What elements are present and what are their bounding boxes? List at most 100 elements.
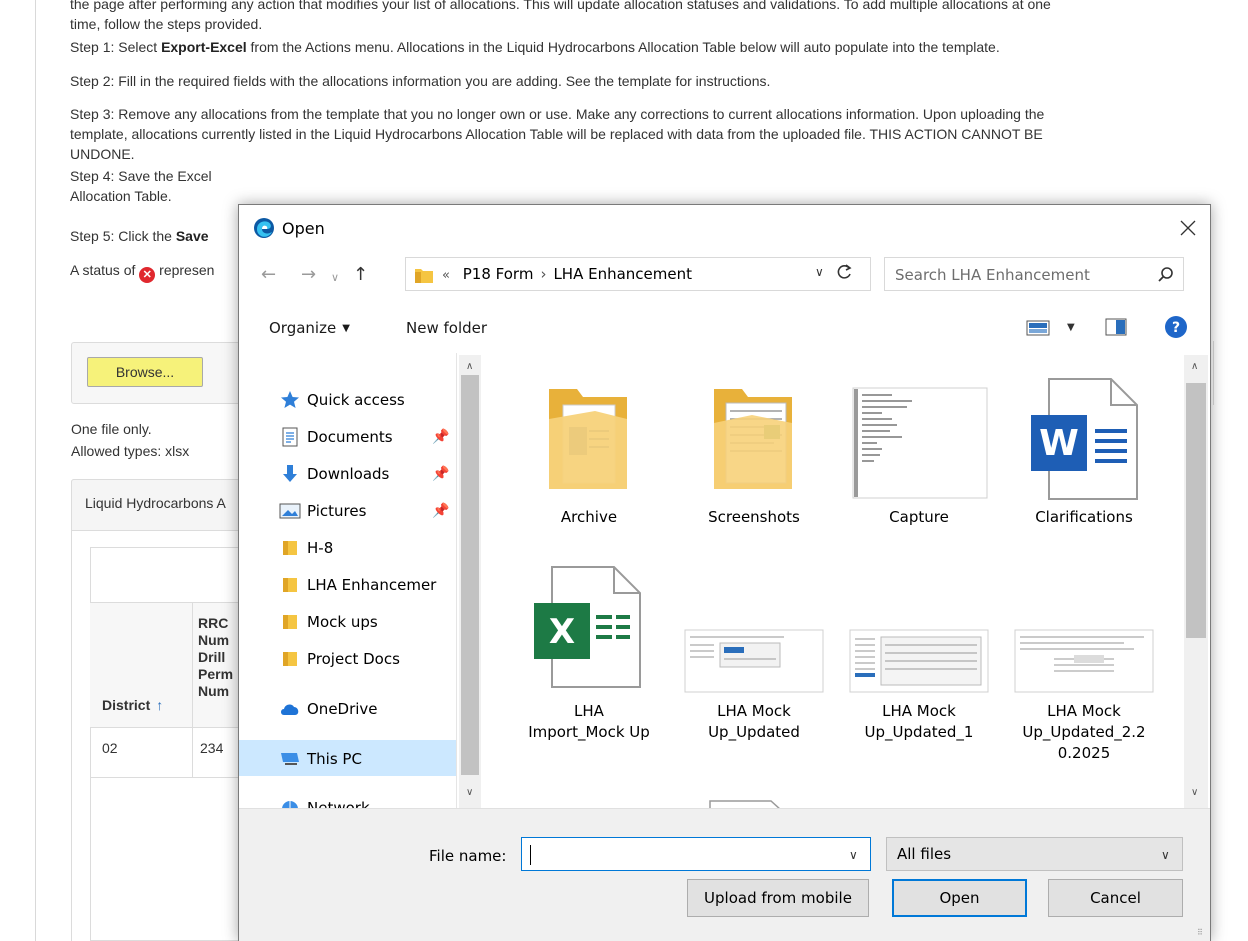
step-3-line-3: UNDONE. — [70, 146, 135, 162]
preview-pane-icon[interactable] — [1105, 318, 1127, 336]
search-icon — [1158, 267, 1173, 282]
pin-icon[interactable]: 📌 — [432, 466, 449, 482]
breadcrumb-lha-enhancement[interactable]: LHA Enhancement — [553, 265, 692, 283]
file-name-dropdown-icon[interactable]: ∨ — [849, 848, 858, 862]
view-options-caret-icon[interactable]: ▼ — [1067, 322, 1075, 333]
text-cursor — [530, 845, 531, 865]
network-icon — [279, 797, 301, 808]
nav-item-onedrive[interactable]: OneDrive — [279, 694, 378, 724]
new-folder-button[interactable]: New folder — [406, 319, 487, 337]
file-label: Clarifications — [1035, 508, 1133, 526]
files-scrollbar-thumb[interactable] — [1186, 383, 1206, 638]
help-icon[interactable]: ? — [1164, 315, 1188, 339]
file-label: 0.2025 — [1057, 744, 1111, 762]
file-item-lha-mock-up-updated[interactable]: LHA Mock Up_Updated — [679, 565, 829, 765]
file-label: Up_Updated_2.2 — [1022, 723, 1146, 741]
folder-icon — [415, 269, 433, 283]
close-icon[interactable] — [1173, 213, 1203, 243]
pin-icon[interactable]: 📌 — [432, 503, 449, 519]
scroll-down-icon[interactable]: ∨ — [1191, 787, 1198, 798]
scroll-up-icon[interactable]: ∧ — [1191, 361, 1198, 372]
rrc-header-line: Perm — [198, 666, 234, 682]
nav-item-quick-access[interactable]: Quick access — [279, 385, 405, 415]
nav-item-documents[interactable]: Documents — [279, 422, 393, 452]
upload-from-mobile-button[interactable]: Upload from mobile — [687, 879, 869, 917]
nav-item-label: Project Docs — [307, 650, 400, 668]
refresh-icon[interactable] — [835, 263, 853, 281]
file-item-lha-import-mock-up[interactable]: X LHA Import_Mock Up — [514, 565, 664, 765]
file-item-lha-mock-up-updated-2-20-2025[interactable]: LHA Mock Up_Updated_2.2 0.2025 — [1009, 565, 1159, 775]
resize-grip-icon[interactable]: ⠿ — [1197, 928, 1203, 937]
chevron-down-icon: ∨ — [1161, 848, 1170, 862]
scroll-down-icon[interactable]: ∨ — [466, 787, 473, 798]
step-1-suffix: from the Actions menu. Allocations in th… — [246, 39, 1000, 55]
svg-text:W: W — [1039, 423, 1079, 464]
breadcrumb: « P18 Form › LHA Enhancement — [442, 265, 692, 283]
file-item-lha-mock-up-updated-1[interactable]: LHA Mock Up_Updated_1 — [844, 565, 994, 765]
rrc-number-column-header[interactable]: RRC Num Drill Perm Num — [198, 615, 238, 700]
nav-item-network[interactable]: Network — [279, 793, 370, 808]
address-dropdown-icon[interactable]: ∨ — [815, 265, 824, 279]
search-input[interactable]: Search LHA Enhancement — [884, 257, 1184, 291]
cancel-button[interactable]: Cancel — [1048, 879, 1183, 917]
organize-menu[interactable]: Organize ▼ — [269, 319, 350, 337]
step-3-line-2: template, allocations currently listed i… — [70, 126, 1043, 142]
district-cell: 02 — [102, 740, 118, 756]
up-arrow-icon[interactable]: ↑ — [353, 265, 368, 285]
star-icon — [279, 389, 301, 411]
svg-text:?: ? — [1172, 320, 1180, 336]
rrc-number-cell: 234 — [200, 740, 224, 756]
nav-item-lha-enhancement[interactable]: LHA Enhancemer — [279, 570, 436, 600]
file-label: LHA Mock — [1047, 702, 1121, 720]
nav-item-h-8[interactable]: H-8 — [279, 533, 333, 563]
folder-icon — [549, 389, 627, 489]
change-view-icon[interactable] — [1026, 320, 1050, 336]
back-arrow-icon[interactable]: ← — [261, 265, 276, 285]
nav-item-label: Pictures — [307, 502, 367, 520]
pin-icon[interactable]: 📌 — [432, 429, 449, 445]
step-2-text: Step 2: Fill in the required fields with… — [70, 73, 771, 89]
file-item-clarifications[interactable]: W Clarifications — [1009, 373, 1159, 543]
file-name-input[interactable] — [521, 837, 871, 871]
nav-item-mock-ups[interactable]: Mock ups — [279, 607, 378, 637]
file-label: Capture — [889, 508, 949, 526]
step-5-prefix: Step 5: Click the — [70, 228, 176, 244]
file-type-select[interactable]: All files ∨ — [886, 837, 1183, 871]
word-doc-icon: W — [1031, 378, 1138, 500]
nav-item-this-pc[interactable]: This PC — [279, 744, 362, 774]
document-icon[interactable] — [709, 800, 789, 808]
rrc-header-line: Drill — [198, 649, 226, 665]
intro-line-2: time, follow the steps provided. — [70, 16, 263, 32]
edge-browser-icon — [254, 218, 274, 238]
status-suffix: represen — [155, 262, 215, 278]
image-thumbnail — [849, 629, 989, 693]
search-placeholder: Search LHA Enhancement — [895, 266, 1090, 284]
nav-item-downloads[interactable]: Downloads — [279, 459, 389, 489]
image-thumbnail — [852, 387, 988, 499]
dialog-footer — [239, 808, 1210, 941]
step-4-line-1: Step 4: Save the Excel — [70, 168, 212, 184]
recent-locations-chevron-icon[interactable]: ∨ — [331, 268, 339, 288]
folder-icon — [279, 648, 301, 670]
breadcrumb-overflow[interactable]: « — [442, 268, 450, 283]
file-item-screenshots[interactable]: Screenshots — [679, 373, 829, 543]
caret-down-icon: ▼ — [342, 323, 350, 334]
file-item-archive[interactable]: Archive — [514, 373, 664, 543]
folder-icon — [279, 574, 301, 596]
file-item-capture[interactable]: Capture — [844, 373, 994, 543]
nav-item-project-docs[interactable]: Project Docs — [279, 644, 400, 674]
scroll-up-icon[interactable]: ∧ — [466, 361, 473, 372]
nav-item-pictures[interactable]: Pictures — [279, 496, 366, 526]
rrc-header-line: RRC — [198, 615, 229, 631]
page-left-border — [35, 0, 36, 941]
step-3-line-1: Step 3: Remove any allocations from the … — [70, 106, 1045, 122]
forward-arrow-icon[interactable]: → — [301, 265, 316, 285]
files-pane: Archive Screenshots Capture W Clarificat… — [484, 353, 1184, 808]
open-button[interactable]: Open — [892, 879, 1027, 917]
breadcrumb-p18-form[interactable]: P18 Form — [463, 265, 534, 283]
browse-button[interactable]: Browse... — [87, 357, 203, 387]
nav-item-label: Mock ups — [307, 613, 378, 631]
district-column-header[interactable]: District ↑ — [102, 697, 163, 713]
navigation-scrollbar-thumb[interactable] — [461, 375, 479, 775]
address-bar[interactable]: « P18 Form › LHA Enhancement — [405, 257, 871, 291]
